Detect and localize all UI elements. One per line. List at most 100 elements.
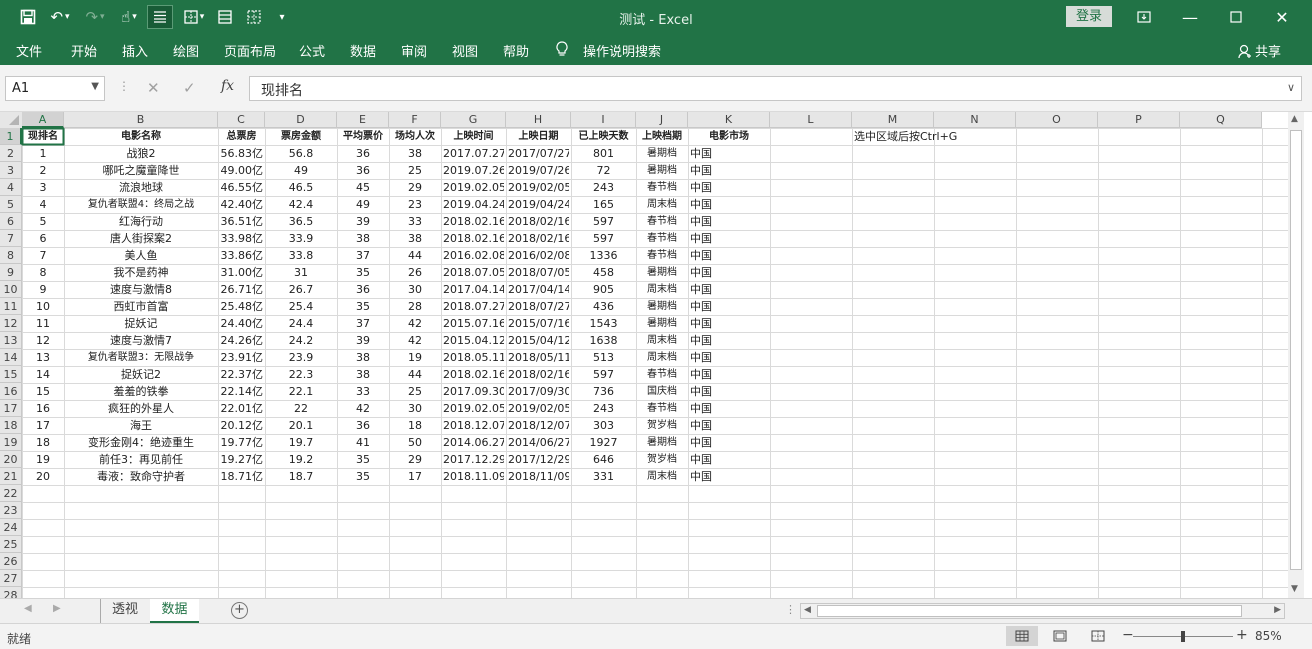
- row-header-11[interactable]: 11: [0, 298, 22, 315]
- data-cell[interactable]: 24.40亿: [220, 315, 264, 332]
- data-cell[interactable]: 50: [391, 434, 439, 451]
- data-cell[interactable]: 38: [339, 349, 387, 366]
- data-cell[interactable]: 36: [339, 281, 387, 298]
- header-cell[interactable]: 票房金额: [267, 128, 335, 145]
- data-cell[interactable]: 46.55亿: [220, 179, 264, 196]
- data-cell[interactable]: 18: [391, 417, 439, 434]
- row-header-20[interactable]: 20: [0, 451, 22, 468]
- data-cell[interactable]: 中国: [690, 434, 768, 451]
- column-header-l[interactable]: L: [770, 112, 852, 128]
- data-cell[interactable]: 905: [573, 281, 634, 298]
- data-cell[interactable]: 36.51亿: [220, 213, 264, 230]
- data-cell[interactable]: 2019.02.05: [443, 179, 504, 196]
- data-cell[interactable]: 9: [24, 281, 62, 298]
- row-header-2[interactable]: 2: [0, 145, 22, 162]
- header-cell[interactable]: 电影市场: [690, 128, 768, 145]
- data-cell[interactable]: 38: [339, 366, 387, 383]
- row-header-23[interactable]: 23: [0, 502, 22, 519]
- data-cell[interactable]: 24.26亿: [220, 332, 264, 349]
- column-header-k[interactable]: K: [688, 112, 770, 128]
- data-cell[interactable]: 20.12亿: [220, 417, 264, 434]
- data-cell[interactable]: 中国: [690, 451, 768, 468]
- data-cell[interactable]: 42: [391, 315, 439, 332]
- data-cell[interactable]: 2018/07/05: [508, 264, 569, 281]
- data-cell[interactable]: 22.37亿: [220, 366, 264, 383]
- maximize-icon[interactable]: [1214, 2, 1258, 32]
- data-cell[interactable]: 303: [573, 417, 634, 434]
- data-cell[interactable]: 646: [573, 451, 634, 468]
- data-cell[interactable]: 2014.06.27: [443, 434, 504, 451]
- data-cell[interactable]: 25: [391, 162, 439, 179]
- row-header-22[interactable]: 22: [0, 485, 22, 502]
- column-header-d[interactable]: D: [265, 112, 337, 128]
- name-box[interactable]: A1 ▼: [5, 76, 105, 101]
- data-cell[interactable]: 西虹市首富: [66, 298, 216, 315]
- data-cell[interactable]: 22.1: [267, 383, 335, 400]
- data-cell[interactable]: 中国: [690, 247, 768, 264]
- data-cell[interactable]: 暑期档: [638, 145, 686, 162]
- data-cell[interactable]: 33.9: [267, 230, 335, 247]
- column-header-a[interactable]: A: [22, 112, 64, 128]
- data-cell[interactable]: 736: [573, 383, 634, 400]
- tab-review[interactable]: 审阅: [401, 41, 427, 60]
- column-header-j[interactable]: J: [636, 112, 688, 128]
- data-cell[interactable]: 2018.07.05: [443, 264, 504, 281]
- tab-page-layout[interactable]: 页面布局: [224, 41, 276, 60]
- row-header-28[interactable]: 28: [0, 587, 22, 598]
- data-cell[interactable]: 2018.02.16: [443, 213, 504, 230]
- data-cell[interactable]: 1: [24, 145, 62, 162]
- vertical-scroll-thumb[interactable]: [1290, 130, 1302, 570]
- data-cell[interactable]: 8: [24, 264, 62, 281]
- data-cell[interactable]: 801: [573, 145, 634, 162]
- data-cell[interactable]: 45: [339, 179, 387, 196]
- data-cell[interactable]: 2016.02.08: [443, 247, 504, 264]
- horizontal-scrollbar[interactable]: ◀ ▶: [800, 603, 1285, 619]
- zoom-slider[interactable]: [1133, 631, 1233, 642]
- data-cell[interactable]: 331: [573, 468, 634, 485]
- data-cell[interactable]: 513: [573, 349, 634, 366]
- data-cell[interactable]: 25.4: [267, 298, 335, 315]
- data-cell[interactable]: 23.9: [267, 349, 335, 366]
- prev-sheet-icon[interactable]: ◀: [24, 603, 32, 614]
- data-cell[interactable]: 26.7: [267, 281, 335, 298]
- minimize-icon[interactable]: —: [1168, 2, 1212, 32]
- data-cell[interactable]: 26.71亿: [220, 281, 264, 298]
- tell-me-search[interactable]: 操作说明搜索: [583, 41, 661, 60]
- data-cell[interactable]: 72: [573, 162, 634, 179]
- data-cell[interactable]: 2018.02.16: [443, 230, 504, 247]
- header-cell[interactable]: 上映日期: [508, 128, 569, 145]
- zoom-slider-thumb[interactable]: [1181, 631, 1185, 642]
- data-cell[interactable]: 2017.09.30: [443, 383, 504, 400]
- data-cell[interactable]: 1927: [573, 434, 634, 451]
- data-cell[interactable]: 2015.07.16: [443, 315, 504, 332]
- data-cell[interactable]: 中国: [690, 349, 768, 366]
- data-cell[interactable]: 2018/07/27: [508, 298, 569, 315]
- data-cell[interactable]: 243: [573, 400, 634, 417]
- insert-function-icon[interactable]: fx: [221, 78, 234, 94]
- data-cell[interactable]: 24.4: [267, 315, 335, 332]
- data-cell[interactable]: 我不是药神: [66, 264, 216, 281]
- data-cell[interactable]: 中国: [690, 366, 768, 383]
- data-cell[interactable]: 165: [573, 196, 634, 213]
- chevron-down-icon[interactable]: ▼: [91, 81, 99, 92]
- data-cell[interactable]: 2018/02/16: [508, 213, 569, 230]
- data-cell[interactable]: 23.91亿: [220, 349, 264, 366]
- data-cell[interactable]: 疯狂的外星人: [66, 400, 216, 417]
- data-cell[interactable]: 33: [391, 213, 439, 230]
- data-cell[interactable]: 56.83亿: [220, 145, 264, 162]
- data-cell[interactable]: 2018/11/09: [508, 468, 569, 485]
- column-header-b[interactable]: B: [64, 112, 218, 128]
- data-cell[interactable]: 2018.05.11: [443, 349, 504, 366]
- tab-view[interactable]: 视图: [452, 41, 478, 60]
- data-cell[interactable]: 变形金刚4：绝迹重生: [66, 434, 216, 451]
- data-cell[interactable]: 18.71亿: [220, 468, 264, 485]
- data-cell[interactable]: 2017/04/14: [508, 281, 569, 298]
- sign-in-button[interactable]: 登录: [1066, 6, 1112, 27]
- data-cell[interactable]: 2017/09/30: [508, 383, 569, 400]
- row-header-9[interactable]: 9: [0, 264, 22, 281]
- column-header-o[interactable]: O: [1016, 112, 1098, 128]
- data-cell[interactable]: 中国: [690, 383, 768, 400]
- vertical-scrollbar[interactable]: ▲ ▼: [1288, 112, 1304, 598]
- data-cell[interactable]: 42: [391, 332, 439, 349]
- zoom-out-icon[interactable]: −: [1122, 627, 1134, 643]
